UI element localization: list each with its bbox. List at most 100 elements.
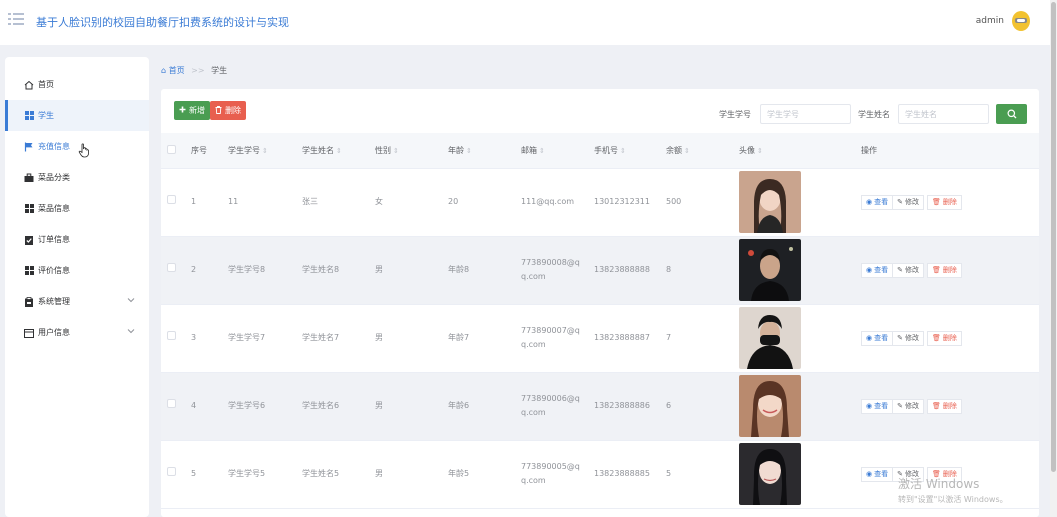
calendar-icon — [24, 328, 34, 338]
cell-name: 学生姓名5 — [302, 440, 375, 509]
table-row: 4 学生学号6 学生姓名6 男 年龄6 773890006@q q.com 138… — [161, 372, 1039, 441]
breadcrumb-current: 学生 — [211, 66, 228, 75]
avatar-photo[interactable] — [739, 443, 801, 505]
cell-actions: ◉ 查看 ✎ 修改 🗑 删除 — [861, 304, 1039, 373]
breadcrumb-separator: >> — [191, 66, 205, 75]
breadcrumb-home[interactable]: ⌂ 首页 — [161, 66, 187, 75]
sidebar-item-dish-category[interactable]: 菜品分类 — [5, 162, 149, 193]
home-icon: ⌂ — [161, 66, 167, 75]
view-button[interactable]: ◉ 查看 — [861, 330, 894, 346]
edit-icon: ✎ — [897, 402, 903, 410]
view-button[interactable]: ◉ 查看 — [861, 398, 894, 414]
column-header[interactable]: 手机号 ⇕ — [594, 133, 666, 169]
delete-button[interactable]: 🗑 删除 — [926, 194, 962, 210]
sort-icon: ⇕ — [757, 146, 763, 155]
trash-icon: 🗑 — [931, 198, 941, 206]
column-header[interactable]: 头像 ⇕ — [739, 133, 861, 169]
cell-balance: 5 — [666, 440, 739, 509]
chevron-down-icon[interactable] — [127, 327, 135, 336]
sidebar-item-user-info[interactable]: 用户信息 — [5, 317, 149, 348]
add-button[interactable]: 新增 — [174, 101, 210, 120]
sidebar-item-reviews[interactable]: 评价信息 — [5, 255, 149, 286]
column-header: 序号 — [191, 133, 228, 169]
select-all-checkbox[interactable] — [167, 144, 176, 154]
avatar-photo[interactable] — [739, 239, 801, 301]
cell-avatar — [739, 236, 861, 305]
cell-name: 学生姓名7 — [302, 304, 375, 373]
student-name-label: 学生姓名 — [858, 110, 890, 119]
view-button[interactable]: ◉ 查看 — [861, 262, 894, 278]
windows-activation-watermark: 激活 Windows 转到"设置"以激活 Windows。 — [898, 477, 1008, 504]
cell-avatar — [739, 168, 861, 237]
row-checkbox[interactable] — [167, 195, 176, 204]
row-checkbox[interactable] — [167, 467, 176, 476]
sidebar-item-orders[interactable]: 订单信息 — [5, 224, 149, 255]
clipboard-check-icon — [24, 235, 34, 245]
column-header: 操作 — [861, 133, 1039, 169]
sidebar-item-system-management[interactable]: 系统管理 — [5, 286, 149, 317]
cell-gender: 男 — [375, 440, 448, 509]
cell-phone: 13823888885 — [594, 440, 666, 509]
cell-index: 5 — [191, 440, 228, 509]
eye-icon: ◉ — [866, 266, 873, 274]
page-scrollbar[interactable] — [1050, 0, 1057, 517]
cell-name: 张三 — [302, 168, 375, 237]
chevron-down-icon[interactable] — [127, 296, 135, 305]
edit-button[interactable]: ✎ 修改 — [892, 330, 924, 346]
row-checkbox[interactable] — [167, 399, 176, 408]
cell-age: 年龄7 — [448, 304, 521, 373]
row-checkbox[interactable] — [167, 331, 176, 340]
menu-toggle-icon[interactable] — [8, 13, 24, 27]
username[interactable]: admin — [976, 16, 1004, 26]
eye-icon: ◉ — [866, 470, 873, 478]
search-icon — [1007, 109, 1016, 119]
eye-icon: ◉ — [866, 198, 873, 206]
student-name-search-input[interactable] — [898, 104, 989, 124]
delete-button[interactable]: 🗑 删除 — [926, 262, 962, 278]
edit-button[interactable]: ✎ 修改 — [892, 262, 924, 278]
column-header[interactable]: 学生学号 ⇕ — [228, 133, 302, 169]
edit-button[interactable]: ✎ 修改 — [892, 398, 924, 414]
column-header[interactable]: 性别 ⇕ — [375, 133, 448, 169]
column-header[interactable]: 学生姓名 ⇕ — [302, 133, 375, 169]
cell-gender: 女 — [375, 168, 448, 237]
sidebar-item-recharge[interactable]: 充值信息 — [5, 131, 149, 162]
scrollbar-thumb[interactable] — [1051, 2, 1056, 472]
avatar-photo[interactable] — [739, 307, 801, 369]
cell-balance: 7 — [666, 304, 739, 373]
view-button[interactable]: ◉ 查看 — [861, 194, 894, 210]
user-avatar[interactable] — [1012, 11, 1030, 31]
cell-avatar — [739, 304, 861, 373]
row-checkbox[interactable] — [167, 263, 176, 272]
student-id-label: 学生学号 — [719, 110, 751, 119]
avatar-photo[interactable] — [739, 171, 801, 233]
user-menu[interactable]: admin — [976, 11, 1030, 31]
search-button[interactable] — [996, 104, 1027, 124]
view-button[interactable]: ◉ 查看 — [861, 466, 894, 482]
edit-button[interactable]: ✎ 修改 — [892, 194, 924, 210]
cell-student-id: 11 — [228, 168, 302, 237]
trash-icon: 🗑 — [931, 402, 941, 410]
cell-email: 111@qq.com — [521, 168, 594, 237]
column-header[interactable]: 年龄 ⇕ — [448, 133, 521, 169]
batch-delete-button[interactable]: 删除 — [210, 101, 246, 120]
delete-button[interactable]: 🗑 删除 — [926, 330, 962, 346]
column-header[interactable]: 余额 ⇕ — [666, 133, 739, 169]
trash-icon: 🗑 — [931, 334, 941, 342]
mouse-pointer-icon — [78, 143, 89, 158]
avatar-photo[interactable] — [739, 375, 801, 437]
cell-avatar — [739, 440, 861, 509]
student-id-search-input[interactable] — [760, 104, 851, 124]
sidebar-item-dish-info[interactable]: 菜品信息 — [5, 193, 149, 224]
top-header: 基于人脸识别的校园自助餐厅扣费系统的设计与实现 admin — [0, 0, 1050, 45]
breadcrumb: ⌂ 首页 >> 学生 — [161, 65, 227, 76]
cell-actions: ◉ 查看 ✎ 修改 🗑 删除 — [861, 168, 1039, 237]
sort-icon: ⇕ — [466, 146, 472, 155]
delete-button[interactable]: 🗑 删除 — [926, 398, 962, 414]
cell-student-id: 学生学号7 — [228, 304, 302, 373]
sidebar-item-students[interactable]: 学生 — [5, 100, 149, 131]
column-header[interactable]: 邮箱 ⇕ — [521, 133, 594, 169]
grid-icon — [24, 204, 34, 214]
sidebar-item-home[interactable]: 首页 — [5, 69, 149, 100]
plus-icon — [179, 106, 186, 115]
